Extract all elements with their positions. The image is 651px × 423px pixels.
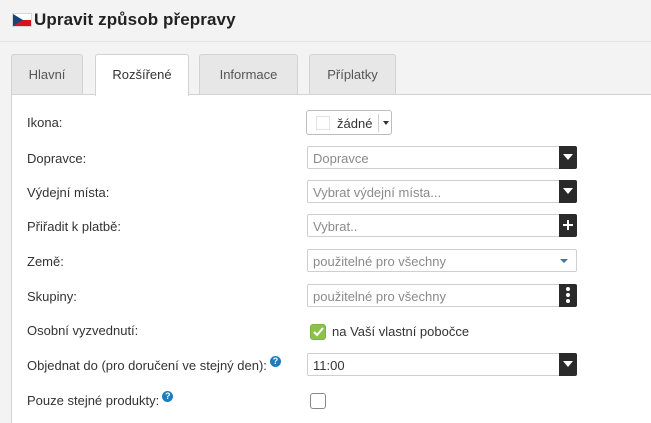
chevron-down-icon[interactable] xyxy=(559,146,577,169)
payment-placeholder: Vybrat.. xyxy=(313,219,358,234)
chevron-down-icon[interactable] xyxy=(559,353,577,376)
pickup-points-select[interactable]: Vybrat výdejní místa... xyxy=(307,180,577,203)
plus-icon[interactable] xyxy=(559,214,577,237)
tab-main[interactable]: Hlavní xyxy=(11,54,83,95)
tab-surcharges[interactable]: Příplatky xyxy=(309,54,396,95)
chevron-down-icon[interactable] xyxy=(559,180,577,203)
groups-select[interactable]: použitelné pro všechny xyxy=(307,284,577,307)
groups-value: použitelné pro všechny xyxy=(313,289,446,304)
carriers-select[interactable]: Dopravce xyxy=(307,146,577,169)
country-value: použitelné pro všechny xyxy=(313,254,446,269)
groups-label: Skupiny: xyxy=(27,289,77,304)
help-icon[interactable]: ? xyxy=(162,391,174,402)
order-until-value: 11:00 xyxy=(313,358,345,373)
payment-select[interactable]: Vybrat.. xyxy=(307,214,577,237)
czech-flag-icon xyxy=(12,13,32,27)
same-products-label: Pouze stejné produkty:? xyxy=(27,391,174,408)
caret-down-icon xyxy=(560,259,568,263)
carriers-label: Dopravce: xyxy=(27,151,87,166)
page-title: Upravit způsob přepravy xyxy=(34,10,236,29)
check-icon xyxy=(313,327,324,337)
country-label: Země: xyxy=(27,254,64,269)
pickup-points-placeholder: Vybrat výdejní místa... xyxy=(313,185,442,200)
order-until-select[interactable]: 11:00 xyxy=(307,353,577,376)
same-products-checkbox[interactable] xyxy=(310,393,326,409)
order-until-label: Objednat do (pro doručení ve stejný den)… xyxy=(27,356,281,373)
country-select[interactable]: použitelné pro všechny xyxy=(307,249,577,272)
caret-down-icon xyxy=(383,121,389,125)
pickup-points-label: Výdejní místa: xyxy=(27,185,110,200)
carriers-placeholder: Dopravce xyxy=(313,151,369,166)
icon-select-value: žádné xyxy=(337,116,373,131)
tab-information[interactable]: Informace xyxy=(199,54,298,95)
tab-advanced[interactable]: Rozšířené xyxy=(95,54,189,96)
personal-pickup-label: Osobní vyzvednutí: xyxy=(27,323,139,338)
more-vertical-icon[interactable] xyxy=(559,284,577,307)
personal-pickup-checkbox-label: na Vaší vlastní pobočce xyxy=(332,324,470,339)
personal-pickup-checkbox[interactable] xyxy=(310,324,326,340)
icon-label: Ikona: xyxy=(27,115,63,130)
help-icon[interactable]: ? xyxy=(269,356,281,367)
payment-label: Přiřadit k platbě: xyxy=(27,219,121,234)
icon-select[interactable]: žádné xyxy=(306,110,392,135)
page-header: Upravit způsob přepravy xyxy=(0,0,651,42)
icon-swatch xyxy=(316,116,330,130)
